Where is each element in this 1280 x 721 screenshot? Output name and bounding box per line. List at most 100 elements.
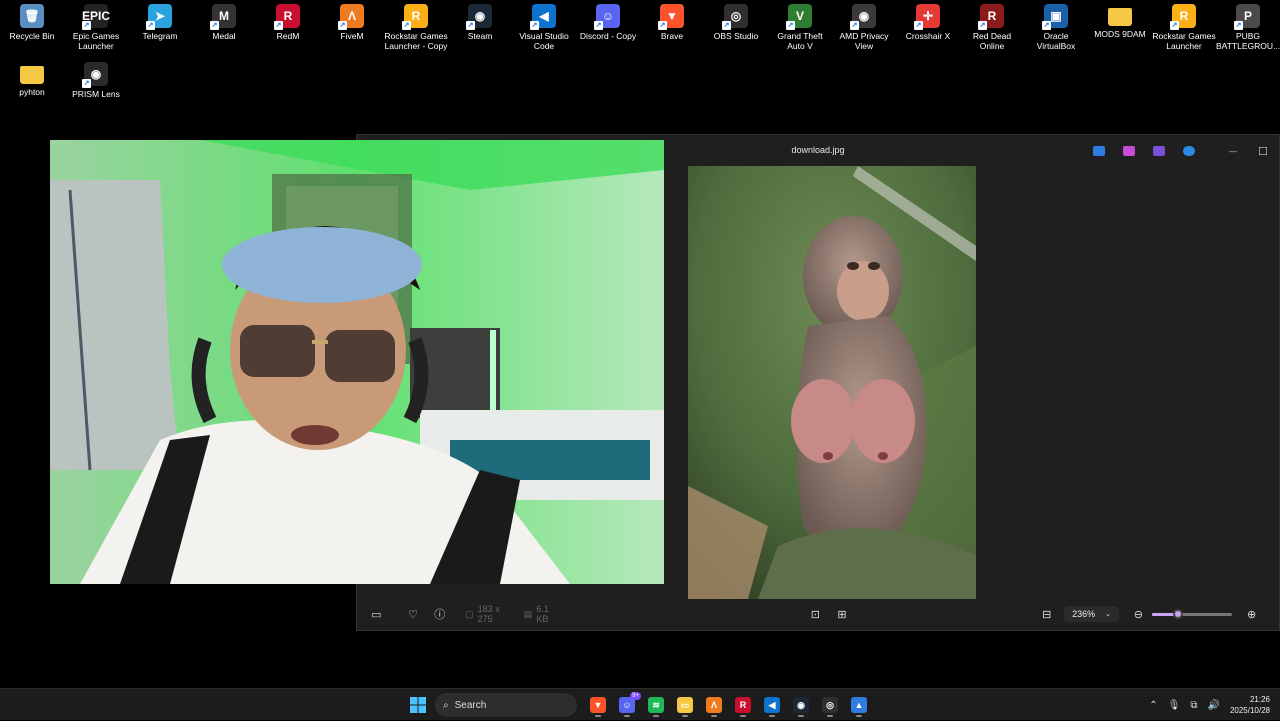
desktop-shortcut[interactable]: Λ ↗ FiveM — [320, 0, 384, 41]
rockstar-icon: R ↗ — [1170, 4, 1196, 30]
folder-icon — [1108, 8, 1132, 26]
clock[interactable]: 21:26 2025/10/28 — [1230, 694, 1270, 716]
zoom-slider[interactable] — [1151, 608, 1233, 619]
desktop: 🗑 Recycle Bin EPIC ↗ Epic Games Launcher ➤ ↗ Te… — [0, 0, 1280, 688]
running-indicator — [740, 715, 746, 717]
running-indicator — [827, 715, 833, 717]
clipchamp-icon[interactable] — [1151, 143, 1167, 159]
desktop-shortcut[interactable]: EPIC ↗ Epic Games Launcher — [64, 0, 128, 51]
zoom-slider-knob[interactable] — [1173, 608, 1184, 619]
desktop-shortcut[interactable]: ▣ ↗ Oracle VirtualBox — [1024, 0, 1088, 51]
desktop-shortcut[interactable]: ◎ ↗ OBS Studio — [704, 0, 768, 41]
start-button[interactable] — [406, 693, 430, 717]
gta-icon: V ↗ — [786, 4, 812, 30]
brave-taskbar-icon[interactable]: ▼ — [586, 693, 610, 717]
onedrive-icon[interactable] — [1181, 143, 1197, 159]
fivem-taskbar-icon[interactable]: Λ — [702, 693, 726, 717]
spotify-taskbar-icon[interactable]: ≋ — [644, 693, 668, 717]
steam-taskbar-icon[interactable]: ◉ — [789, 693, 813, 717]
shortcut-arrow-icon: ↗ — [338, 21, 347, 30]
zoom-in-icon[interactable]: ⊕ — [1242, 604, 1261, 624]
redm-taskbar-icon[interactable]: R — [731, 693, 755, 717]
microphone-icon[interactable]: 🎙 — [1168, 700, 1181, 711]
desktop-shortcut-label: FiveM — [340, 31, 364, 41]
desktop-shortcut[interactable]: R ↗ Rockstar Games Launcher - Copy — [384, 0, 448, 51]
running-indicator — [769, 715, 775, 717]
desktop-shortcut[interactable]: ◀ ↗ Visual Studio Code — [512, 0, 576, 51]
virtualbox-icon: ▣ ↗ — [1042, 4, 1068, 30]
prism-lens-icon: ◉ ↗ — [82, 62, 108, 88]
obs-taskbar-icon[interactable]: ◎ — [818, 693, 842, 717]
maximize-button[interactable]: ☐ — [1255, 143, 1271, 159]
search-icon: ⌕ — [443, 699, 449, 711]
discord-taskbar-icon[interactable]: ☺ 9+ — [615, 692, 641, 717]
shortcut-arrow-icon: ↗ — [594, 21, 603, 30]
pubg-icon: P ↗ — [1234, 4, 1260, 30]
text-scan-icon[interactable]: ⊞ — [833, 604, 852, 624]
shortcut-arrow-icon: ↗ — [82, 21, 91, 30]
desktop-shortcut[interactable]: R ↗ Rockstar Games Launcher — [1152, 0, 1216, 51]
taskbar-search[interactable]: ⌕ Search — [435, 693, 577, 717]
filmstrip-icon[interactable]: ▭ — [367, 604, 386, 624]
image-dimensions: ▢ 183 x 275 — [465, 604, 500, 624]
desktop-shortcut[interactable]: 🗑 Recycle Bin — [0, 0, 64, 41]
photos-taskbar-icon[interactable]: ▲ — [847, 693, 871, 717]
desktop-shortcut[interactable]: ◉ ↗ Steam — [448, 0, 512, 41]
visual-search-icon[interactable]: ⊡ — [806, 604, 825, 624]
titlebar-actions: — ☐ — [1091, 143, 1271, 159]
folder-icon — [20, 66, 44, 84]
desktop-shortcut-label: Recycle Bin — [9, 31, 55, 41]
minimize-button[interactable]: — — [1225, 143, 1241, 159]
desktop-shortcut-label: Medal — [212, 31, 236, 41]
favorite-heart-icon[interactable]: ♡ — [404, 604, 423, 624]
desktop-shortcut[interactable]: ▼ ↗ Brave — [640, 0, 704, 41]
running-indicator — [711, 715, 717, 717]
webcam-video-overlay — [50, 140, 664, 584]
desktop-shortcut-label: RedM — [276, 31, 300, 41]
desktop-shortcut[interactable]: R ↗ RedM — [256, 0, 320, 41]
clock-date: 2025/10/28 — [1229, 706, 1270, 715]
desktop-shortcut[interactable]: V ↗ Grand Theft Auto V — [768, 0, 832, 51]
desktop-shortcut-label: Visual Studio Code — [519, 31, 569, 51]
desktop-shortcut[interactable]: R ↗ Red Dead Online — [960, 0, 1024, 51]
copilot-icon[interactable] — [1121, 143, 1137, 159]
shortcut-arrow-icon: ↗ — [1042, 21, 1051, 30]
desktop-shortcut[interactable]: ☺ ↗ Discord - Copy — [576, 0, 640, 41]
desktop-shortcut-label: PRISM Lens — [72, 89, 120, 99]
running-indicator — [682, 715, 688, 717]
shortcut-arrow-icon: ↗ — [1234, 21, 1243, 30]
shortcut-arrow-icon: ↗ — [914, 21, 923, 30]
file-explorer-taskbar-icon[interactable]: ▭ — [673, 693, 697, 717]
chevron-down-icon: ⌄ — [1105, 611, 1111, 618]
red-dead-icon: R ↗ — [978, 4, 1004, 30]
medal-icon: M ↗ — [210, 4, 236, 30]
network-icon[interactable]: ⧉ — [1190, 700, 1197, 711]
volume-icon[interactable]: 🔊 — [1208, 700, 1220, 711]
desktop-shortcut[interactable]: ◉ ↗ AMD Privacy View — [832, 0, 896, 51]
desktop-shortcut[interactable]: ➤ ↗ Telegram — [128, 0, 192, 41]
telegram-icon: ➤ ↗ — [146, 4, 172, 30]
zoom-level-dropdown[interactable]: 236% ⌄ — [1064, 606, 1119, 622]
zoom-out-icon[interactable]: ⊖ — [1129, 604, 1148, 624]
vscode-taskbar-icon[interactable]: ◀ — [760, 693, 784, 717]
file-info-icon[interactable]: ⓘ — [430, 604, 449, 624]
running-indicator — [856, 715, 862, 717]
discord-icon: ☺ ↗ — [594, 4, 620, 30]
desktop-shortcut-label: Rockstar Games Launcher — [1152, 31, 1216, 51]
fit-to-window-icon[interactable]: ⊟ — [1037, 604, 1056, 624]
desktop-shortcut-label: Crosshair X — [905, 31, 951, 41]
desktop-shortcut[interactable]: ✛ ↗ Crosshair X — [896, 0, 960, 41]
running-indicator — [798, 715, 804, 717]
desktop-shortcut[interactable]: M ↗ Medal — [192, 0, 256, 41]
edit-app-icon[interactable] — [1091, 143, 1107, 159]
shortcut-arrow-icon: ↗ — [274, 21, 283, 30]
vscode-icon: ◀ ↗ — [530, 4, 556, 30]
notification-badge: 9+ — [630, 692, 641, 700]
chevron-up-icon[interactable]: ⌃ — [1149, 700, 1157, 711]
desktop-shortcut[interactable]: ◉ ↗ PRISM Lens — [64, 58, 128, 99]
brave-icon: ▼ ↗ — [658, 4, 684, 30]
desktop-shortcut[interactable]: P ↗ PUBG BATTLEGROU... — [1216, 0, 1280, 51]
desktop-shortcut[interactable]: pyhton — [0, 58, 64, 97]
shortcut-arrow-icon: ↗ — [530, 21, 539, 30]
desktop-shortcut[interactable]: MODS 9DAM — [1088, 0, 1152, 39]
